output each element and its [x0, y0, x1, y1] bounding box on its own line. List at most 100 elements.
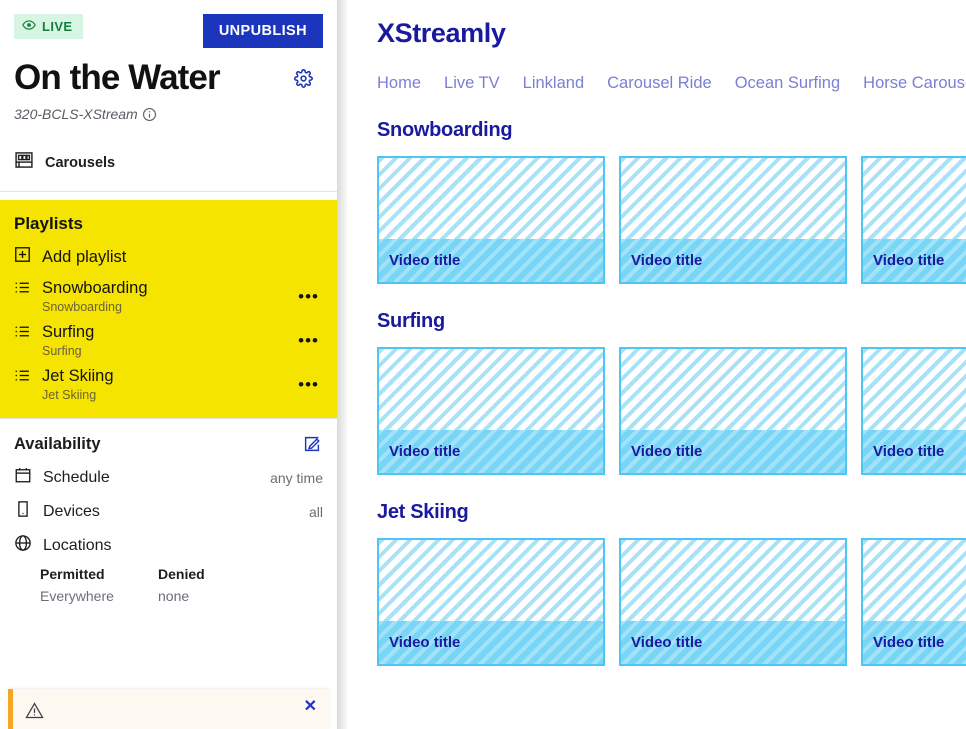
nav-item-ocean-surfing[interactable]: Ocean Surfing — [735, 74, 840, 93]
app-root: LIVE UNPUBLISH On the Water 320-BCLS-XSt… — [0, 0, 966, 729]
playlist-texts: Surfing Surfing — [42, 323, 283, 358]
playlist-subtitle: Snowboarding — [42, 300, 122, 315]
video-card[interactable]: Video title — [619, 347, 847, 475]
preview-brand-title: XStreamly — [377, 18, 506, 48]
playlist-texts: Snowboarding Snowboarding — [42, 279, 283, 314]
globe-icon — [14, 534, 32, 557]
availability-row-locations: Locations — [14, 534, 323, 557]
add-playlist-label: Add playlist — [42, 247, 127, 266]
video-card-footer: Video title — [863, 621, 966, 664]
video-card[interactable]: Video title — [861, 538, 966, 666]
card-row: Video title Video title Video title — [377, 538, 966, 666]
section-title: Jet Skiing — [377, 501, 469, 523]
reference-id-row: 320-BCLS-XStream — [14, 106, 323, 122]
playlist-menu-button[interactable]: ••• — [294, 332, 323, 349]
playlist-subtitle: Jet Skiing — [42, 388, 97, 403]
video-card-footer: Video title — [863, 430, 966, 473]
video-card[interactable]: Video title — [377, 156, 605, 284]
status-and-action-row: LIVE UNPUBLISH — [14, 14, 323, 48]
video-title: Video title — [873, 443, 945, 460]
video-card-footer: Video title — [621, 239, 845, 282]
carousel-section-surfing: Surfing Video title Video title Video ti… — [377, 310, 966, 475]
video-card[interactable]: Video title — [861, 156, 966, 284]
video-title: Video title — [631, 252, 703, 269]
video-card-footer: Video title — [379, 239, 603, 282]
edit-pencil-icon[interactable] — [301, 433, 323, 455]
carousel-section-jet-skiing: Jet Skiing Video title Video title Video… — [377, 501, 966, 666]
playlists-heading: Playlists — [14, 214, 83, 234]
section-title: Surfing — [377, 310, 445, 332]
video-thumbnail — [863, 158, 966, 239]
status-badge-label: LIVE — [42, 19, 73, 34]
playlist-item-snowboarding[interactable]: Snowboarding Snowboarding ••• — [0, 272, 337, 316]
video-card[interactable]: Video title — [377, 347, 605, 475]
video-title: Video title — [389, 634, 461, 651]
availability-row-devices: Devices all — [14, 500, 323, 523]
video-thumbnail — [379, 158, 603, 239]
video-card[interactable]: Video title — [861, 347, 966, 475]
add-playlist-button[interactable]: Add playlist — [0, 242, 337, 272]
playlist-menu-button[interactable]: ••• — [294, 288, 323, 305]
locations-denied-column: Denied none — [158, 566, 276, 604]
availability-label: Devices — [43, 502, 100, 520]
availability-title: Availability — [14, 434, 101, 453]
video-title: Video title — [873, 252, 945, 269]
video-thumbnail — [379, 349, 603, 430]
video-card-footer: Video title — [379, 621, 603, 664]
card-row: Video title Video title Video title — [377, 347, 966, 475]
warning-triangle-icon — [25, 701, 44, 720]
playlist-item-jet-skiing[interactable]: Jet Skiing Jet Skiing ••• — [0, 360, 337, 404]
playlist-item-surfing[interactable]: Surfing Surfing ••• — [0, 316, 337, 360]
video-card[interactable]: Video title — [377, 538, 605, 666]
video-card[interactable]: Video title — [619, 538, 847, 666]
nav-item-linkland[interactable]: Linkland — [523, 74, 584, 93]
video-card-footer: Video title — [621, 621, 845, 664]
title-row: On the Water — [14, 58, 323, 98]
video-thumbnail — [621, 158, 845, 239]
notification-toast: ✕ — [8, 689, 329, 729]
video-thumbnail — [379, 540, 603, 621]
nav-item-carousel-ride[interactable]: Carousel Ride — [607, 74, 712, 93]
page-title: On the Water — [14, 58, 221, 97]
notification-toast-wrapper: ✕ — [8, 689, 329, 729]
playlist-name: Surfing — [42, 323, 95, 342]
availability-row-schedule: Schedule any time — [14, 466, 323, 489]
gear-icon[interactable] — [290, 65, 317, 92]
video-title: Video title — [389, 252, 461, 269]
video-title: Video title — [631, 443, 703, 460]
nav-item-horse-carousel[interactable]: Horse Carousel — [863, 74, 966, 93]
status-badge: LIVE — [14, 14, 83, 39]
divider — [0, 191, 337, 193]
video-thumbnail — [621, 540, 845, 621]
permitted-header: Permitted — [40, 566, 105, 583]
eye-icon — [22, 18, 36, 35]
availability-label: Locations — [43, 536, 112, 554]
playlist-name: Jet Skiing — [42, 367, 114, 386]
video-title: Video title — [873, 634, 945, 651]
nav-item-live-tv[interactable]: Live TV — [444, 74, 500, 93]
close-icon[interactable]: ✕ — [300, 699, 321, 715]
availability-value: all — [308, 503, 323, 520]
device-icon — [14, 500, 32, 523]
list-icon — [14, 367, 31, 389]
carousel-section-snowboarding: Snowboarding Video title Video title Vid… — [377, 119, 966, 284]
video-thumbnail — [863, 349, 966, 430]
playlist-subtitle: Surfing — [42, 344, 82, 359]
locations-grid: Permitted Everywhere Denied none — [14, 566, 323, 604]
denied-header: Denied — [158, 566, 205, 583]
preview-pane: XStreamly Home Live TV Linkland Carousel… — [348, 0, 966, 729]
unpublish-button[interactable]: UNPUBLISH — [202, 14, 323, 48]
video-card-footer: Video title — [621, 430, 845, 473]
carousels-nav-item[interactable]: Carousels — [14, 150, 323, 191]
playlist-name: Snowboarding — [42, 279, 148, 298]
list-icon — [14, 279, 31, 301]
info-icon[interactable] — [142, 107, 157, 122]
nav-item-home[interactable]: Home — [377, 74, 421, 93]
video-card[interactable]: Video title — [619, 156, 847, 284]
video-thumbnail — [621, 349, 845, 430]
card-row: Video title Video title Video title — [377, 156, 966, 284]
playlist-menu-button[interactable]: ••• — [294, 376, 323, 393]
video-card-footer: Video title — [863, 239, 966, 282]
video-thumbnail — [863, 540, 966, 621]
locations-permitted-column: Permitted Everywhere — [40, 566, 158, 604]
